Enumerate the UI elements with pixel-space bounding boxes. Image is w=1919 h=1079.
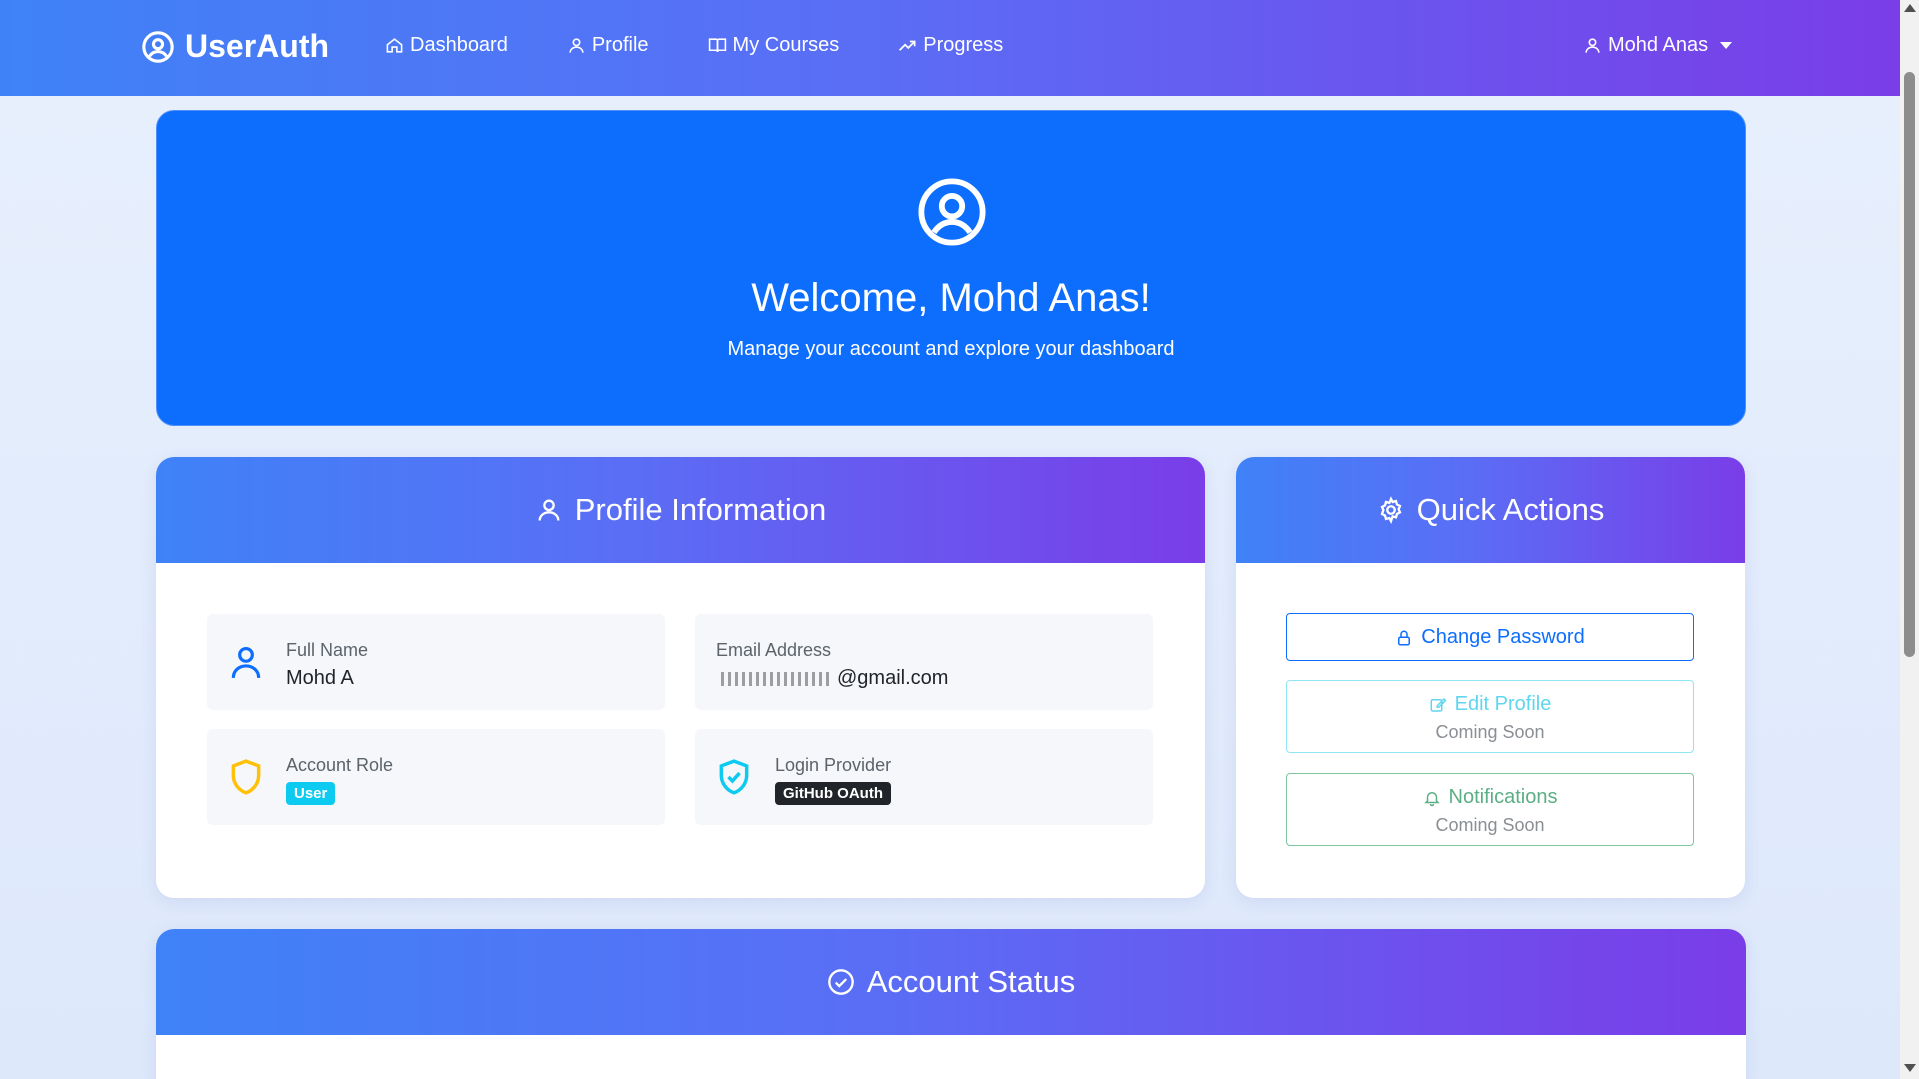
nav-progress-label: Progress: [923, 34, 1004, 56]
profile-information-card: Profile Information Full Name Mohd A Ema…: [156, 457, 1205, 898]
role-badge: User: [286, 782, 336, 805]
scroll-up-arrow-icon[interactable]: [1904, 4, 1916, 12]
gear-icon: [1380, 496, 1402, 524]
nav-profile[interactable]: Profile: [567, 34, 649, 57]
nav-dashboard-label: Dashboard: [410, 34, 508, 56]
person-icon: [231, 646, 261, 678]
user-circle-icon: [918, 178, 986, 246]
email-value: @gmail.com: [837, 667, 949, 689]
user-menu-dropdown[interactable]: Mohd Anas: [1583, 34, 1733, 57]
shield-icon: [231, 759, 261, 795]
change-password-button[interactable]: Change Password: [1286, 613, 1694, 661]
welcome-banner: Welcome, Mohd Anas! Manage your account …: [156, 110, 1746, 426]
scroll-down-arrow-icon[interactable]: [1904, 1064, 1916, 1072]
nav-links: Dashboard Profile My Courses Progress: [385, 34, 1062, 57]
account-status-card: Account Status: [156, 929, 1746, 1079]
person-icon: [1585, 38, 1600, 53]
nav-dashboard[interactable]: Dashboard: [385, 34, 508, 57]
edit-icon: [1430, 697, 1447, 712]
full-name-label: Full Name: [286, 640, 369, 660]
edit-profile-sub: Coming Soon: [1435, 722, 1545, 742]
status-card-header: Account Status: [156, 929, 1746, 1035]
chevron-down-icon: [1720, 42, 1733, 49]
notifications-sub: Coming Soon: [1435, 815, 1545, 835]
welcome-title: Welcome, Mohd Anas!: [751, 276, 1151, 320]
account-role-box: Account Role User: [207, 729, 665, 825]
full-name-value: Mohd A: [286, 667, 354, 689]
nav-my-courses-label: My Courses: [732, 34, 840, 56]
nav-my-courses[interactable]: My Courses: [708, 34, 840, 57]
edit-profile-button[interactable]: Edit Profile Coming Soon: [1286, 680, 1694, 753]
trending-up-icon: [899, 40, 916, 51]
login-provider-label: Login Provider: [775, 755, 892, 775]
lock-icon: [1398, 630, 1411, 645]
change-password-label: Change Password: [1421, 626, 1585, 648]
nav-progress[interactable]: Progress: [898, 34, 1003, 57]
email-box: Email Address @gmail.com: [695, 614, 1153, 710]
email-label: Email Address: [716, 640, 832, 660]
check-circle-icon: [827, 969, 854, 995]
book-icon: [708, 38, 726, 52]
actions-card-title: Quick Actions: [1416, 492, 1605, 527]
brand[interactable]: UserAuth: [141, 28, 329, 65]
actions-card-header: Quick Actions: [1236, 457, 1745, 563]
full-name-box: Full Name Mohd A: [207, 614, 665, 710]
home-icon: [386, 38, 403, 53]
status-card-title: Account Status: [866, 964, 1076, 999]
user-name: Mohd Anas: [1608, 34, 1709, 56]
brand-name: UserAuth: [185, 28, 330, 64]
profile-card-title: Profile Information: [574, 492, 827, 527]
notifications-label: Notifications: [1448, 786, 1558, 808]
redacted-email: [721, 672, 833, 686]
provider-badge: GitHub OAuth: [775, 782, 891, 805]
user-circle-icon: [142, 30, 174, 63]
bell-icon: [1423, 791, 1440, 806]
welcome-subtitle: Manage your account and explore your das…: [727, 338, 1175, 360]
profile-card-header: Profile Information: [156, 457, 1205, 563]
shield-check-icon: [719, 759, 749, 795]
account-role-label: Account Role: [286, 755, 394, 775]
login-provider-box: Login Provider GitHub OAuth: [695, 729, 1153, 825]
person-icon: [538, 499, 560, 521]
nav-profile-label: Profile: [591, 34, 649, 56]
person-icon: [569, 38, 584, 53]
notifications-button[interactable]: Notifications Coming Soon: [1286, 773, 1694, 846]
quick-actions-card: Quick Actions Change Password Edit Profi…: [1236, 457, 1745, 898]
navbar: UserAuth Dashboard Profile My Courses Pr…: [0, 0, 1900, 96]
scrollbar[interactable]: [1900, 0, 1919, 1079]
edit-profile-label: Edit Profile: [1454, 693, 1552, 715]
scroll-thumb[interactable]: [1904, 72, 1915, 657]
